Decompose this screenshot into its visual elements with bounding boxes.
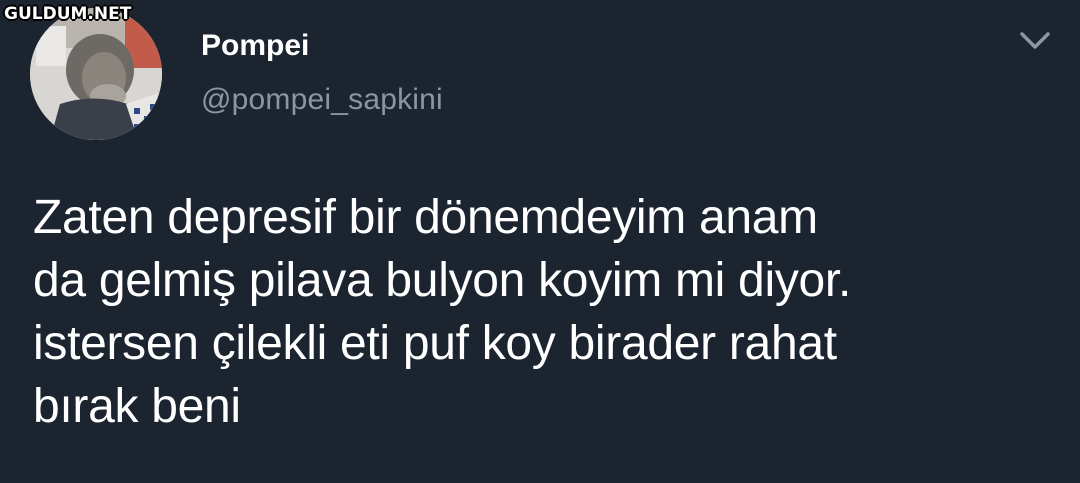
user-avatar[interactable]	[30, 8, 162, 140]
chevron-down-icon[interactable]	[1016, 28, 1054, 54]
avatar-photo-icon	[30, 8, 162, 140]
user-display-name[interactable]: Pompei	[201, 28, 309, 64]
tweet-text: Zaten depresif bir dönemdeyim anam da ge…	[33, 191, 851, 433]
user-handle[interactable]: @pompei_sapkini	[201, 82, 443, 118]
watermark-logo: GULDUM.NET	[4, 4, 132, 24]
